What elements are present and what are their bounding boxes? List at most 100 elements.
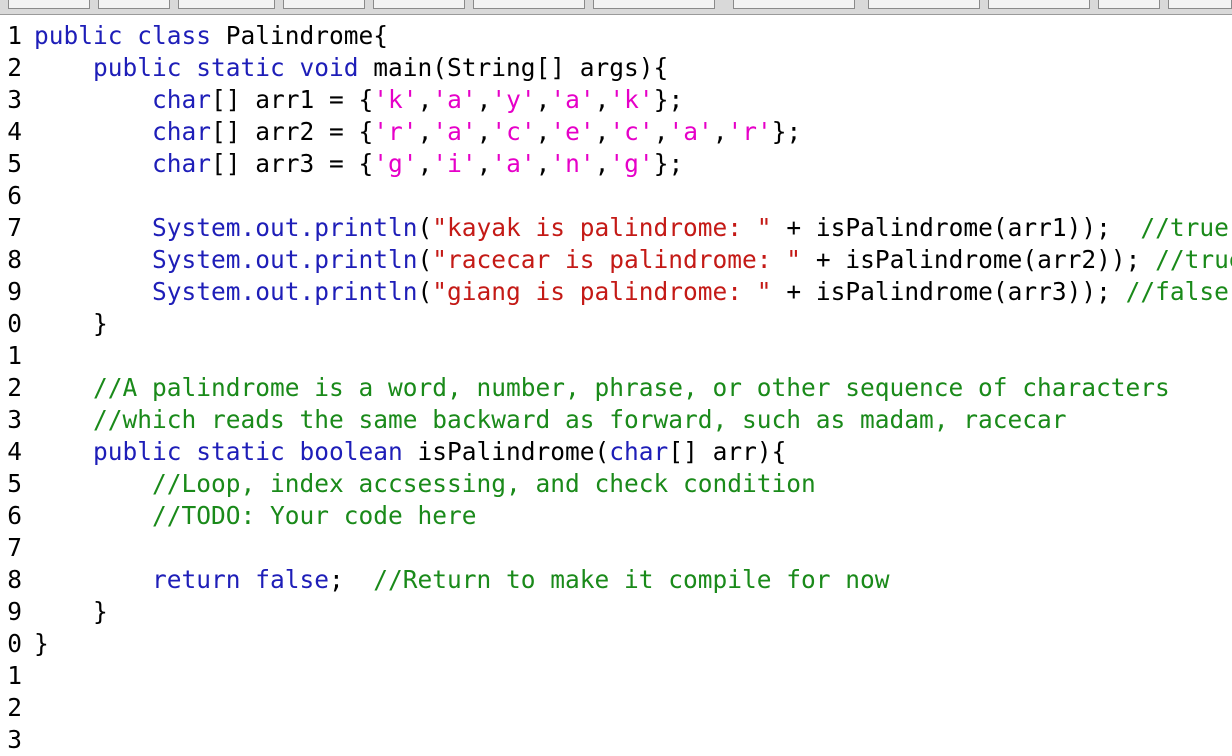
code-line[interactable]: 3 bbox=[0, 724, 1232, 756]
code-token: [] arr1 = { bbox=[211, 85, 374, 114]
code-token: , bbox=[535, 149, 551, 178]
code-token: 'a' bbox=[550, 85, 595, 114]
code-token: 'c' bbox=[491, 117, 536, 146]
line-number: 0 bbox=[7, 309, 22, 338]
toolbar-tab[interactable] bbox=[1098, 0, 1160, 9]
toolbar-tab[interactable] bbox=[283, 0, 365, 9]
code-text: } bbox=[34, 596, 108, 628]
code-token: 'r' bbox=[373, 117, 418, 146]
code-text: char[] arr3 = {'g','i','a','n','g'}; bbox=[34, 148, 683, 180]
code-line[interactable]: 3 char[] arr1 = {'k','a','y','a','k'}; bbox=[0, 84, 1232, 116]
code-token: //which reads the same backward as forwa… bbox=[93, 405, 1067, 434]
line-number: 1 bbox=[7, 661, 22, 690]
toolbar-tab[interactable] bbox=[868, 0, 980, 9]
code-token: 'k' bbox=[373, 85, 418, 114]
code-token: //false bbox=[1125, 277, 1229, 306]
toolbar-tab[interactable] bbox=[988, 0, 1090, 9]
toolbar-tab[interactable] bbox=[733, 0, 855, 9]
code-token: char bbox=[609, 437, 669, 466]
code-line[interactable]: 4 public static boolean isPalindrome(cha… bbox=[0, 436, 1232, 468]
code-token: System.out.println bbox=[152, 277, 418, 306]
code-line[interactable]: 2 //A palindrome is a word, number, phra… bbox=[0, 372, 1232, 404]
code-token: , bbox=[594, 149, 610, 178]
code-line[interactable]: 4 char[] arr2 = {'r','a','c','e','c','a'… bbox=[0, 116, 1232, 148]
toolbar-tab[interactable] bbox=[1168, 0, 1232, 9]
line-number: 8 bbox=[7, 245, 22, 274]
code-line[interactable]: 9 } bbox=[0, 596, 1232, 628]
toolbar-tab[interactable] bbox=[473, 0, 585, 9]
code-token: 'e' bbox=[550, 117, 595, 146]
line-number: 3 bbox=[7, 405, 22, 434]
code-line[interactable]: 7 System.out.println("kayak is palindrom… bbox=[0, 212, 1232, 244]
line-number: 9 bbox=[7, 277, 22, 306]
code-line[interactable]: 7 bbox=[0, 532, 1232, 564]
code-token: "racecar is palindrome: " bbox=[432, 245, 802, 274]
code-line[interactable]: 1 bbox=[0, 660, 1232, 692]
code-token: , bbox=[417, 85, 433, 114]
line-number: 2 bbox=[7, 53, 22, 82]
code-line[interactable]: 1 bbox=[0, 340, 1232, 372]
line-number: 3 bbox=[7, 725, 22, 754]
toolbar-tab[interactable] bbox=[98, 0, 170, 9]
code-token: Palindrome{ bbox=[225, 21, 389, 50]
code-token: [] arr){ bbox=[668, 437, 787, 466]
code-line[interactable]: 8 return false; //Return to make it comp… bbox=[0, 564, 1232, 596]
code-text: } bbox=[34, 628, 49, 660]
code-text: public class Palindrome{ bbox=[34, 20, 388, 52]
code-line[interactable]: 8 System.out.println("racecar is palindr… bbox=[0, 244, 1232, 276]
code-token: 'c' bbox=[609, 117, 654, 146]
code-token: ; bbox=[329, 565, 374, 594]
code-line[interactable]: 5 //Loop, index accsessing, and check co… bbox=[0, 468, 1232, 500]
code-line[interactable]: 0} bbox=[0, 628, 1232, 660]
code-token: 'a' bbox=[491, 149, 536, 178]
code-line[interactable]: 1 public class Palindrome{ bbox=[0, 20, 1232, 52]
line-number: 1 bbox=[7, 21, 22, 50]
code-line[interactable]: 9 System.out.println("giang is palindrom… bbox=[0, 276, 1232, 308]
code-line[interactable]: 0 } bbox=[0, 308, 1232, 340]
code-line[interactable]: 6 //TODO: Your code here bbox=[0, 500, 1232, 532]
toolbar-tab[interactable] bbox=[8, 0, 90, 9]
code-token: //true bbox=[1140, 213, 1229, 242]
line-number: 4 bbox=[7, 117, 22, 146]
code-token: char bbox=[152, 149, 212, 178]
code-token: System.out.println bbox=[152, 213, 418, 242]
line-number: 2 bbox=[7, 373, 22, 402]
code-token: } bbox=[34, 629, 49, 658]
code-text: System.out.println("racecar is palindrom… bbox=[34, 244, 1232, 276]
line-number: 3 bbox=[7, 85, 22, 114]
code-token: 'g' bbox=[373, 149, 418, 178]
toolbar-tab[interactable] bbox=[178, 0, 275, 9]
code-line[interactable]: 5 char[] arr3 = {'g','i','a','n','g'}; bbox=[0, 148, 1232, 180]
code-token: + isPalindrome(arr2)); bbox=[801, 245, 1156, 274]
code-line[interactable]: 3 //which reads the same backward as for… bbox=[0, 404, 1232, 436]
code-editor[interactable]: 1 public class Palindrome{2 public static… bbox=[0, 20, 1232, 754]
code-token: 'k' bbox=[609, 85, 654, 114]
code-text: System.out.println("giang is palindrome:… bbox=[34, 276, 1229, 308]
code-token: //Loop, index accsessing, and check cond… bbox=[152, 469, 816, 498]
code-token: , bbox=[712, 117, 728, 146]
code-token: } bbox=[34, 597, 108, 626]
code-token: , bbox=[653, 117, 669, 146]
line-number: 1 bbox=[7, 341, 22, 370]
code-token: 'g' bbox=[609, 149, 654, 178]
code-token: public static boolean bbox=[93, 437, 418, 466]
line-number: 7 bbox=[7, 213, 22, 242]
code-token: 'r' bbox=[727, 117, 772, 146]
code-line[interactable]: 2 bbox=[0, 692, 1232, 724]
code-token: return false bbox=[152, 565, 330, 594]
code-token: , bbox=[476, 85, 492, 114]
toolbar-tab[interactable] bbox=[593, 0, 715, 9]
code-token: }; bbox=[653, 149, 684, 178]
code-line[interactable]: 2 public static void main(String[] args)… bbox=[0, 52, 1232, 84]
code-text: //A palindrome is a word, number, phrase… bbox=[34, 372, 1170, 404]
code-line[interactable]: 6 bbox=[0, 180, 1232, 212]
code-token: System.out.println bbox=[152, 245, 418, 274]
toolbar-tab[interactable] bbox=[373, 0, 465, 9]
